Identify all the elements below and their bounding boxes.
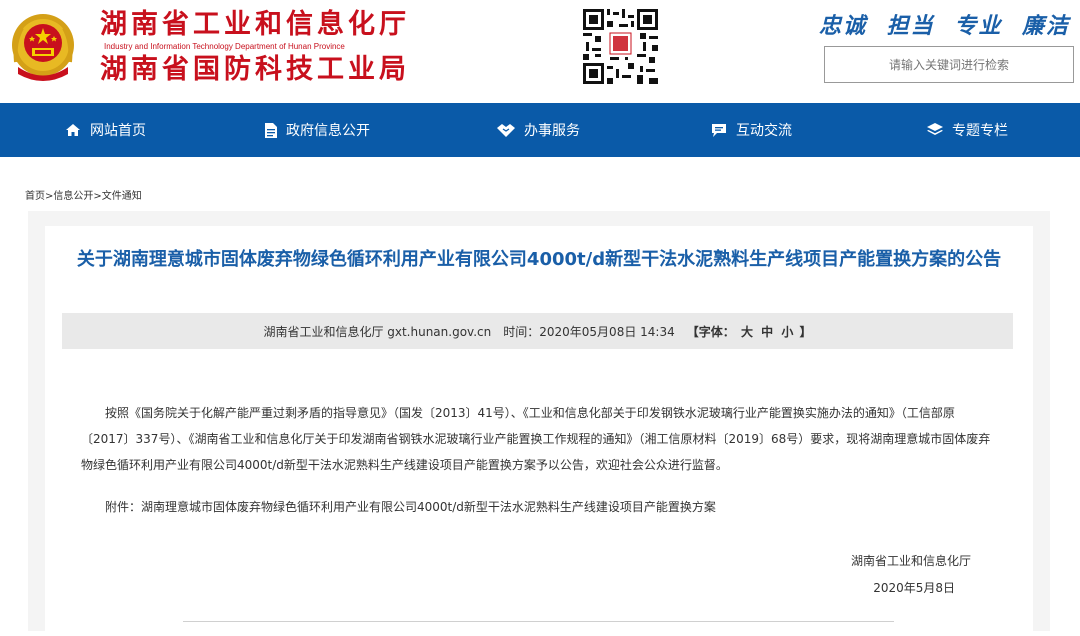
- article-time: 2020年05月08日 14:34: [539, 324, 675, 339]
- font-small-link[interactable]: 小: [781, 325, 793, 339]
- nav-label: 办事服务: [524, 123, 580, 139]
- nav-label: 专题专栏: [952, 123, 1008, 139]
- breadcrumb-separator: >: [93, 191, 102, 202]
- font-large-link[interactable]: 大: [741, 325, 753, 339]
- font-medium-link[interactable]: 中: [761, 325, 773, 339]
- divider: [183, 621, 894, 622]
- article-attachment: 附件：湖南理意城市固体废弃物绿色循环利用产业有限公司4000t/d新型干法水泥熟…: [105, 498, 716, 515]
- signer-name: 湖南省工业和信息化厅: [850, 554, 971, 568]
- font-size-label-close: 】: [799, 324, 812, 339]
- attachment-link[interactable]: 湖南理意城市固体废弃物绿色循环利用产业有限公司4000t/d新型干法水泥熟料生产…: [141, 500, 716, 514]
- font-size-control: 【字体： 大 中 小 】: [687, 323, 812, 340]
- chat-icon: [711, 123, 727, 138]
- article-body: 按照《国务院关于化解产能严重过剩矛盾的指导意见》（国发〔2013〕41号）、《工…: [81, 400, 1001, 478]
- search-input[interactable]: [824, 46, 1074, 83]
- article-panel: 关于湖南理意城市固体废弃物绿色循环利用产业有限公司4000t/d新型干法水泥熟料…: [45, 226, 1033, 636]
- site-header: 湖南省工业和信息化厅 Industry and Information Tech…: [0, 0, 1080, 103]
- nav-label: 互动交流: [736, 123, 792, 139]
- breadcrumb-home-link[interactable]: 首页: [25, 191, 45, 202]
- article-source: 湖南省工业和信息化厅 gxt.hunan.gov.cn: [263, 324, 492, 339]
- national-emblem-icon: [12, 14, 74, 81]
- qr-code-icon: [583, 9, 658, 84]
- site-title-main: 湖南省工业和信息化厅: [100, 9, 410, 40]
- nav-item-gov-info[interactable]: 政府信息公开: [265, 103, 370, 157]
- main-nav: 网站首页 政府信息公开 办事服务 互动交流 专题专栏: [0, 103, 1080, 157]
- sign-date: 2020年5月8日: [873, 581, 955, 595]
- article-paragraph: 按照《国务院关于化解产能严重过剩矛盾的指导意见》（国发〔2013〕41号）、《工…: [81, 406, 991, 472]
- site-slogan: 忠诚 担当 专业 廉洁: [819, 14, 1070, 39]
- site-title-block: 湖南省工业和信息化厅 Industry and Information Tech…: [100, 8, 410, 88]
- site-title-secondary: 湖南省国防科技工业局: [100, 54, 410, 85]
- handshake-icon: [497, 123, 515, 137]
- nav-label: 网站首页: [90, 123, 146, 139]
- nav-label: 政府信息公开: [286, 123, 370, 139]
- site-title-english: Industry and Information Technology Depa…: [104, 42, 345, 51]
- breadcrumb-info-link[interactable]: 信息公开: [53, 191, 93, 202]
- document-icon: [265, 122, 277, 138]
- article-signature: 湖南省工业和信息化厅 2020年5月8日: [851, 548, 971, 602]
- article-meta-bar: 湖南省工业和信息化厅 gxt.hunan.gov.cn 时间： 2020年05月…: [62, 313, 1013, 349]
- nav-item-services[interactable]: 办事服务: [497, 103, 580, 157]
- article-time-label: 时间：: [503, 324, 540, 339]
- attachment-label: 附件：: [105, 500, 142, 514]
- article-title: 关于湖南理意城市固体废弃物绿色循环利用产业有限公司4000t/d新型干法水泥熟料…: [76, 249, 1002, 270]
- breadcrumb-notice-link[interactable]: 文件通知: [102, 191, 142, 202]
- home-icon: [65, 123, 81, 137]
- nav-item-home[interactable]: 网站首页: [65, 103, 146, 157]
- breadcrumb: 首页>信息公开>文件通知: [25, 187, 142, 202]
- font-size-label: 【字体：: [686, 324, 735, 339]
- nav-item-topics[interactable]: 专题专栏: [927, 103, 1008, 157]
- nav-item-interaction[interactable]: 互动交流: [711, 103, 792, 157]
- layers-icon: [927, 123, 943, 137]
